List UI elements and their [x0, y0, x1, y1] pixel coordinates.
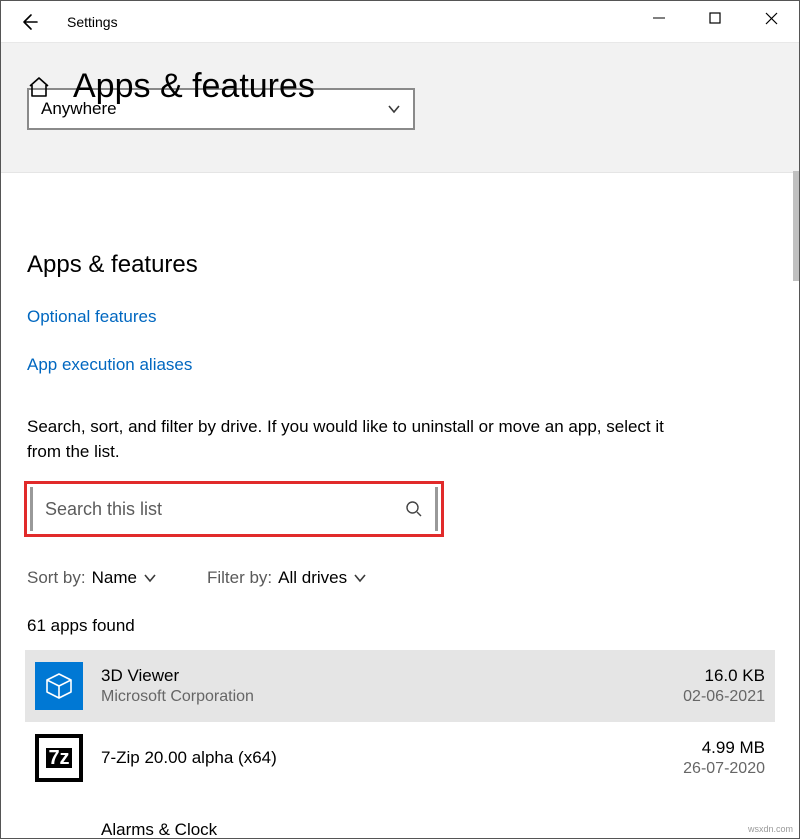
app-date: 26-07-2020	[683, 760, 765, 778]
watermark: wsxdn.com	[748, 824, 793, 834]
app-list: 3D Viewer Microsoft Corporation 16.0 KB …	[25, 650, 775, 840]
optional-features-link[interactable]: Optional features	[27, 307, 773, 327]
search-icon	[405, 500, 423, 518]
app-publisher: Microsoft Corporation	[101, 688, 665, 706]
app-date: 02-06-2021	[683, 688, 765, 706]
search-box[interactable]	[30, 487, 438, 531]
cube-icon	[44, 671, 74, 701]
sort-label: Sort by:	[27, 568, 86, 588]
filter-label: Filter by:	[207, 568, 272, 588]
app-row[interactable]: Alarms & Clock	[25, 794, 775, 840]
minimize-icon	[653, 12, 665, 24]
back-button[interactable]	[11, 4, 47, 40]
home-icon[interactable]	[27, 75, 51, 99]
sort-value: Name	[92, 568, 137, 588]
description-text: Search, sort, and filter by drive. If yo…	[27, 415, 667, 464]
chevron-down-icon	[143, 571, 157, 585]
app-icon-alarms	[35, 806, 83, 840]
app-row[interactable]: 3D Viewer Microsoft Corporation 16.0 KB …	[25, 650, 775, 722]
scrollbar-thumb[interactable]	[793, 171, 799, 281]
chevron-down-icon	[353, 571, 367, 585]
close-button[interactable]	[743, 1, 799, 35]
filter-bar: Sort by: Name Filter by: All drives	[27, 568, 773, 588]
seven-zip-icon: 7z	[46, 748, 71, 768]
search-input[interactable]	[45, 499, 405, 520]
app-size: 4.99 MB	[683, 738, 765, 758]
section-heading: Apps & features	[27, 251, 773, 279]
arrow-left-icon	[19, 12, 39, 32]
app-row[interactable]: 7z 7-Zip 20.00 alpha (x64) 4.99 MB 26-07…	[25, 722, 775, 794]
app-icon-3d-viewer	[35, 662, 83, 710]
filter-value: All drives	[278, 568, 347, 588]
filter-by-dropdown[interactable]: Filter by: All drives	[207, 568, 367, 588]
sort-by-dropdown[interactable]: Sort by: Name	[27, 568, 157, 588]
close-icon	[765, 12, 778, 25]
search-highlight	[27, 484, 441, 534]
window-controls	[631, 1, 799, 35]
titlebar: Settings	[1, 1, 799, 43]
chevron-down-icon	[387, 102, 401, 116]
maximize-icon	[709, 12, 721, 24]
app-name: 7-Zip 20.00 alpha (x64)	[101, 748, 665, 768]
app-execution-aliases-link[interactable]: App execution aliases	[27, 355, 773, 375]
app-title: Settings	[67, 14, 118, 30]
install-from-value: Anywhere	[41, 99, 117, 119]
app-size: 16.0 KB	[683, 666, 765, 686]
app-name: 3D Viewer	[101, 666, 665, 686]
app-icon-7zip: 7z	[35, 734, 83, 782]
header-band: Apps & features Anywhere	[1, 43, 799, 173]
content-area: Apps & features Optional features App ex…	[1, 173, 799, 840]
maximize-button[interactable]	[687, 1, 743, 35]
app-name: Alarms & Clock	[101, 820, 747, 840]
result-count: 61 apps found	[27, 616, 773, 636]
minimize-button[interactable]	[631, 1, 687, 35]
